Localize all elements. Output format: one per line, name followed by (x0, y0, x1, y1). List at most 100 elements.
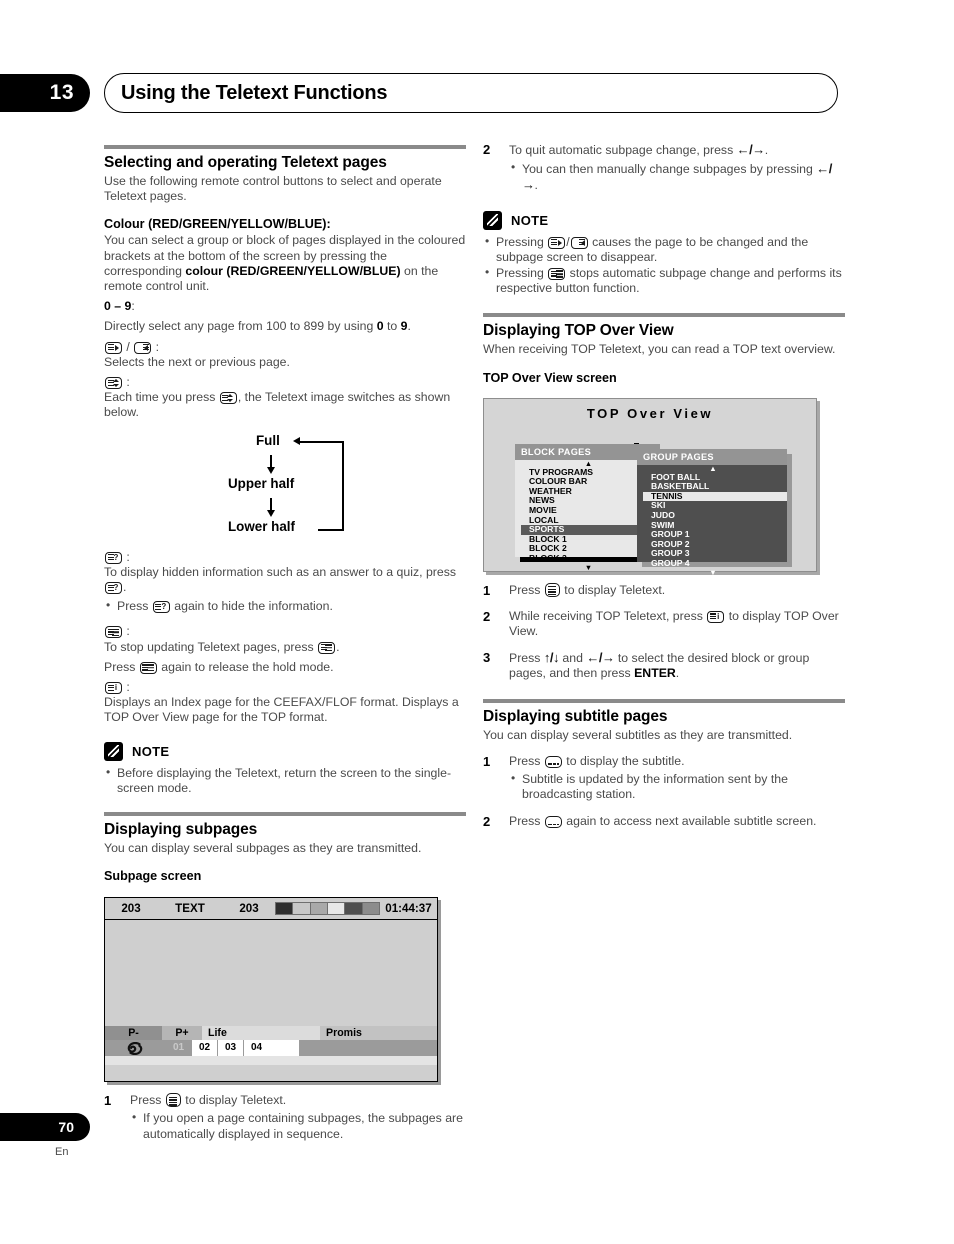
swatch (362, 903, 379, 915)
index-icon: i (105, 682, 122, 695)
subpage-chip-gap (269, 1040, 299, 1057)
step-body: Press ↑/↓ and ←/→ to select the desired … (509, 650, 845, 681)
step-text-part2: and (558, 651, 587, 666)
list-item: Pressing stops automatic subpage change … (483, 265, 845, 296)
page-number-right: 203 (239, 902, 259, 916)
next-page-icon (105, 341, 122, 354)
subpage-chip[interactable]: 02 (191, 1040, 217, 1057)
digits-body-part1: Directly select any page from 100 to 899… (104, 319, 377, 334)
section-heading-selecting: Selecting and operating Teletext pages (104, 154, 387, 171)
reveal-body-part2: . (123, 580, 127, 595)
hold-body-part2: . (336, 639, 340, 654)
step-subtitle-1: 1 Press to display the subtitle. Subtitl… (483, 754, 845, 804)
top-over-view-mock: TOP Over View BLOCK PAGES ▲ TV PROGRAMS … (483, 397, 817, 576)
subpage-chip[interactable]: 03 (217, 1040, 243, 1057)
step-text-part1: To quit automatic subpage change, press (509, 143, 737, 157)
section-rule (104, 145, 466, 149)
note-header: NOTE (104, 741, 466, 761)
top-over-view-title: TOP Over View (586, 405, 714, 421)
reveal-body-part1: To display hidden information such as an… (104, 564, 457, 579)
digits-body-part3: . (407, 319, 411, 334)
step-body: Press to display Teletext. (509, 582, 845, 598)
hold-icon (548, 268, 566, 281)
list-item[interactable]: GROUP 4 (651, 558, 787, 569)
pencil-icon (483, 210, 502, 230)
hold-release: Press again to release the hold mode. (104, 660, 466, 675)
step-number: 2 (483, 814, 491, 830)
swatch (293, 903, 311, 915)
step-bullets: You can then manually change subpages by… (509, 160, 845, 193)
note-block-2: NOTE Pressing / causes the page to be ch… (483, 210, 845, 297)
list-item: Before displaying the Teletext, return t… (104, 765, 466, 796)
section-rule (483, 313, 845, 318)
note-bullets: Before displaying the Teletext, return t… (104, 765, 466, 796)
nextprev-colon: : (155, 339, 160, 354)
chapter-badge: 13 (0, 74, 90, 112)
reveal-icon-inline: ? (105, 582, 122, 595)
note-part1: Pressing (496, 266, 548, 281)
section-intro: Use the following remote control buttons… (104, 174, 442, 204)
digits-body-part2: to (383, 319, 401, 334)
step-subtitle-2: 2 Press again to access next available s… (483, 814, 845, 829)
size-body-part1: Each time you press (104, 390, 219, 405)
page-number-left: 203 (121, 902, 141, 916)
step-text-part1: Press (130, 1093, 165, 1108)
index-icon: i (707, 610, 725, 623)
reveal-colon: : (126, 549, 130, 564)
image-size-cycle-diagram: Full Upper half Lower half (104, 433, 466, 545)
hold-colon: : (126, 624, 130, 639)
up-down-arrow-icon: ↑/↓ (543, 650, 560, 666)
subpage-screen-mock: 203 TEXT 203 01:44:37 P- P+ Life Promis (104, 897, 438, 1083)
hold-release-part1: Press (104, 659, 139, 674)
left-right-arrow-icon: ←/→ (736, 142, 766, 157)
step-body: Press to display the subtitle. Subtitle … (509, 754, 845, 804)
reveal-icon-bullet: ? (152, 601, 170, 614)
section-heading-subtitle: Displaying subtitle pages (483, 707, 668, 725)
step-number: 3 (483, 650, 491, 666)
step-text-part2: to display the subtitle. (562, 753, 685, 768)
step-number: 1 (483, 582, 491, 598)
cycle-label-lower: Lower half (228, 518, 295, 534)
note-bullets: Pressing / causes the page to be changed… (483, 234, 845, 297)
fastext-link-life[interactable]: Life (202, 1026, 320, 1041)
step-text-part1: While receiving TOP Teletext, press (509, 608, 707, 623)
swatch (345, 903, 363, 915)
step-bullets: If you open a page containing subpages, … (130, 1110, 466, 1141)
subtitle-intro: You can display several subtitles as the… (483, 727, 793, 742)
cycle-label-full: Full (256, 432, 280, 448)
subpage-chip[interactable]: 01 (165, 1040, 191, 1057)
cycle-return-top (300, 440, 344, 444)
colour-body: You can select a group or block of pages… (104, 233, 466, 294)
fastext-link-promis[interactable]: Promis (320, 1026, 437, 1041)
size-colon: : (126, 375, 130, 390)
prev-page-button[interactable]: P- (105, 1026, 162, 1041)
step-text-part4: . (675, 666, 680, 681)
clock-display: 01:44:37 (385, 902, 432, 916)
subpage-screen-heading: Subpage screen (104, 869, 202, 884)
subpage-chip[interactable]: 04 (243, 1040, 269, 1057)
pencil-icon (104, 741, 123, 761)
cycle-arrow-head-2 (266, 509, 275, 517)
step-top-2: 2 While receiving TOP Teletext, press i … (483, 609, 845, 639)
section-heading-subpages: Displaying subpages (104, 821, 258, 839)
hold-icon-inline (318, 641, 336, 654)
note-header: NOTE (483, 210, 845, 230)
next-page-button[interactable]: P+ (162, 1026, 202, 1041)
step-body: To quit automatic subpage change, press … (509, 142, 845, 195)
subpage-indicator-bar: 01 02 03 04 (105, 1040, 437, 1057)
page-number: 70 (58, 1119, 74, 1135)
step-text-part2: to display Teletext. (560, 582, 666, 597)
group-pages-panel: GROUP PAGES ▲ FOOT BALL BASKETBALL TENNI… (637, 448, 787, 576)
scroll-down-caret-icon[interactable]: ▼ (639, 568, 787, 577)
teletext-header-bar: 203 TEXT 203 01:44:37 (105, 898, 437, 921)
next-page-icon (548, 236, 566, 249)
bullet-part2: . (534, 178, 538, 193)
digits-from: 0 (376, 319, 384, 334)
spiral-svg (127, 1041, 143, 1055)
prev-page-icon (570, 236, 588, 249)
step-number: 2 (483, 142, 491, 157)
hold-body: To stop updating Teletext pages, press . (104, 640, 466, 655)
list-item: If you open a page containing subpages, … (130, 1110, 466, 1141)
step-top-1: 1 Press to display Teletext. (483, 582, 845, 598)
list-item: Press ? again to hide the information. (104, 598, 466, 614)
